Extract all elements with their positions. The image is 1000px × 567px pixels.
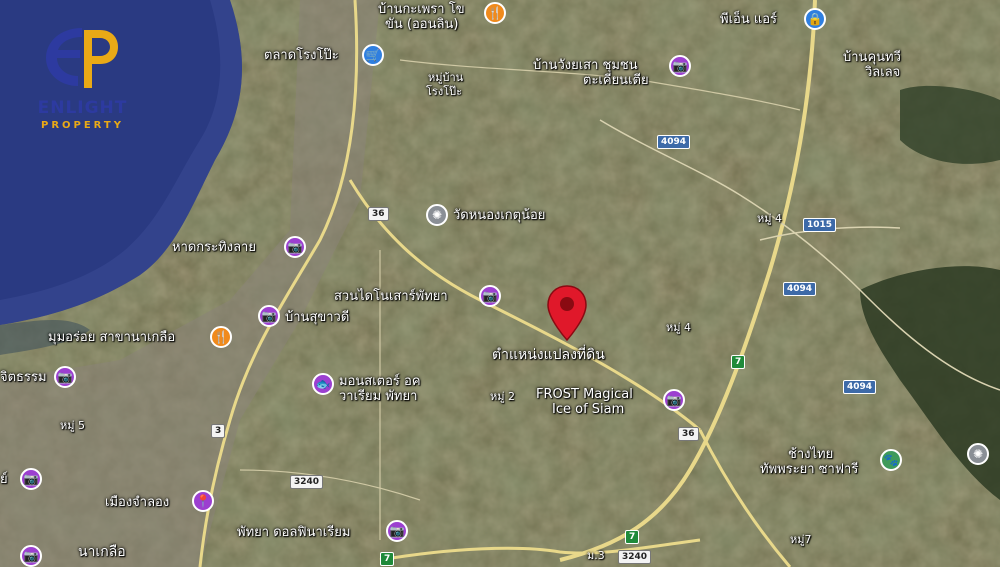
camera-icon[interactable]: 📷 [663, 389, 685, 411]
place-label: Ice of Siam [552, 402, 625, 417]
place-label: ม.3 [587, 549, 605, 562]
route-shield-3: 3 [211, 424, 226, 438]
place-label: หมู่ 4 [757, 212, 782, 225]
restaurant-icon[interactable]: 🍴 [484, 2, 506, 24]
route-shield-7: 7 [380, 552, 395, 566]
place-label: นาเกลือ [78, 544, 126, 560]
place-label: ย์ [0, 472, 8, 487]
temple-icon[interactable]: ✺ [967, 443, 989, 465]
place-label: วิลเลจ [865, 65, 901, 80]
route-shield-4094: 4094 [657, 135, 691, 149]
place-label: มุมอร่อย สาขานาเกลือ [48, 330, 176, 345]
place-label: หมู่7 [790, 533, 812, 546]
pin-icon[interactable]: 📍 [192, 490, 214, 512]
marker-label: ตำแหน่งแปลงที่ดิน [492, 347, 605, 363]
camera-icon[interactable]: 📷 [284, 236, 306, 258]
place-label: FROST Magical [536, 387, 633, 402]
place-label: ช้างไทย [788, 447, 834, 462]
place-label: พัทยา ดอลฟินาเรียม [237, 525, 351, 540]
place-label: บ้านวังยเสา ชุมชน [533, 58, 638, 73]
shopping-cart-icon[interactable]: 🛒 [362, 44, 384, 66]
satellite-map[interactable] [0, 0, 1000, 567]
place-label: ตลาดโรงโป๊ะ [264, 48, 339, 63]
place-label: หมู่บ้าน [428, 71, 464, 84]
temple-icon[interactable]: ✺ [426, 204, 448, 226]
place-label: โรงโป๊ะ [426, 85, 462, 98]
place-label: ขัน (ออนลิน) [385, 17, 459, 32]
camera-icon[interactable]: 📷 [20, 545, 42, 567]
place-label: วัดหนองเกตุน้อย [453, 208, 546, 223]
route-shield-4094: 4094 [783, 282, 817, 296]
fish-icon[interactable]: 🐟 [312, 373, 334, 395]
route-shield-7: 7 [731, 355, 746, 369]
place-label: บ้านสุขาวดี [285, 310, 350, 325]
route-shield-7: 7 [625, 530, 640, 544]
place-label: วาเรียม พัทยา [339, 389, 418, 404]
camera-icon[interactable]: 📷 [20, 468, 42, 490]
route-shield-36: 36 [368, 207, 389, 221]
camera-icon[interactable]: 📷 [258, 305, 280, 327]
place-label: บ้านคุนทวี [843, 50, 901, 65]
place-label: สวนไดโนเสาร์พัทยา [334, 289, 448, 304]
place-label: หาดกระทิงลาย [172, 240, 256, 255]
enlight-property-logo: ENLIGHT PROPERTY [20, 20, 150, 138]
place-label: หมู่ 4 [666, 321, 691, 334]
logo-sub-text: PROPERTY [40, 120, 124, 131]
place-label: จิตธรรม [0, 370, 47, 385]
camera-icon[interactable]: 📷 [386, 520, 408, 542]
place-label: พีเอ็น แอร์ [720, 12, 778, 27]
route-shield-3240: 3240 [618, 550, 652, 564]
logo-brand-text: ENLIGHT [37, 98, 128, 118]
place-label: หมู่ 5 [60, 419, 85, 432]
place-label: มอนสเตอร์ อค [339, 374, 421, 389]
route-shield-36: 36 [678, 427, 699, 441]
location-pin-icon[interactable] [546, 284, 588, 342]
camera-icon[interactable]: 📷 [479, 285, 501, 307]
logo-mark-icon [46, 28, 118, 88]
restaurant-icon[interactable]: 🍴 [210, 326, 232, 348]
route-shield-1015: 1015 [803, 218, 837, 232]
route-shield-3240: 3240 [290, 475, 324, 489]
camera-icon[interactable]: 📷 [669, 55, 691, 77]
shopping-bag-icon[interactable]: 🔒 [804, 8, 826, 30]
place-label: เมืองจำลอง [105, 495, 170, 510]
place-label: หมู่ 2 [490, 390, 515, 403]
paw-icon[interactable]: 🐾 [880, 449, 902, 471]
place-label: ตะเคียนเตีย [583, 73, 649, 88]
place-label: ทัพพระยา ซาฟารี [760, 462, 859, 477]
camera-icon[interactable]: 📷 [54, 366, 76, 388]
route-shield-4094: 4094 [843, 380, 877, 394]
place-label: บ้านกะเพรา โข [378, 2, 465, 17]
